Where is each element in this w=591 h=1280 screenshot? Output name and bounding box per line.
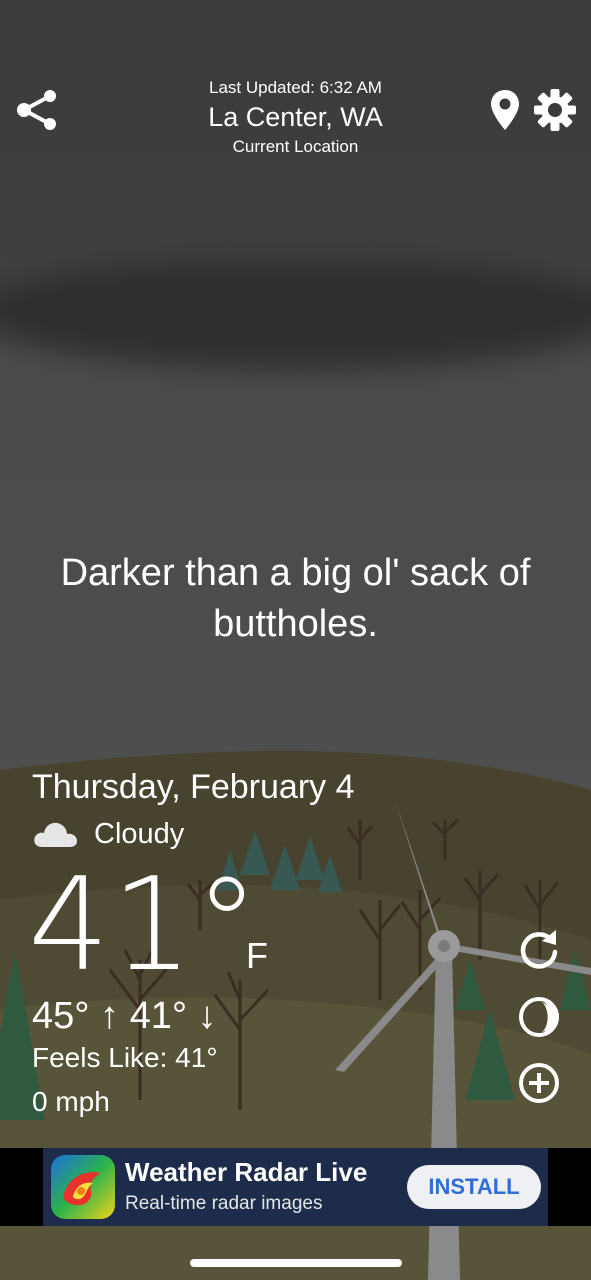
plus-circle-icon [519,1063,559,1103]
location-button[interactable] [488,88,522,132]
forecast-date: Thursday, February 4 [32,768,355,806]
moon-phase-button[interactable] [516,994,562,1040]
home-indicator[interactable] [190,1259,402,1267]
current-location-label: Current Location [232,137,359,156]
location-pin-icon [491,90,519,130]
ad-subtitle: Real-time radar images [125,1193,323,1214]
add-location-button[interactable] [516,1060,562,1106]
high-low-temps: 45° ↑ 41° ↓ [32,995,217,1037]
radar-app-icon [51,1155,115,1219]
gear-icon [534,89,576,131]
ad-content[interactable]: Weather Radar Live Real-time radar image… [43,1148,548,1226]
condition-label: Cloudy [94,817,185,850]
ad-banner[interactable]: Weather Radar Live Real-time radar image… [0,1148,591,1226]
wind-speed: 0 mph [32,1086,110,1117]
settings-button[interactable] [532,88,578,132]
feels-like: Feels Like: 41° [32,1042,218,1073]
install-button[interactable]: INSTALL [407,1165,541,1209]
cloud-icon [34,822,77,847]
weather-quote: Darker than a big ol' sack of buttholes. [60,552,531,645]
ad-title: Weather Radar Live [125,1157,368,1187]
temperature-unit: F [246,935,268,976]
condition-row: Cloudy [32,814,184,854]
refresh-button[interactable] [516,926,562,972]
current-temperature: 41° [28,851,261,1000]
moon-icon [519,997,559,1037]
refresh-icon [520,930,558,969]
